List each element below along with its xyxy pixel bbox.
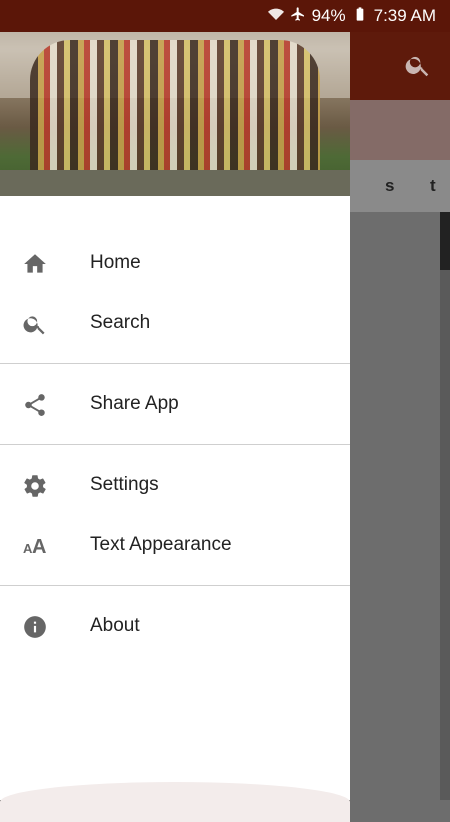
menu-item-search[interactable]: Search — [0, 293, 350, 353]
search-icon — [22, 311, 48, 337]
menu-item-text-appearance[interactable]: AA Text Appearance — [0, 515, 350, 575]
menu-item-label: Home — [90, 252, 141, 273]
battery-level: 94% — [311, 6, 346, 25]
scrollbar-track[interactable] — [440, 212, 450, 800]
menu-item-label: About — [90, 615, 140, 636]
home-icon — [22, 251, 48, 277]
share-icon — [22, 392, 48, 418]
menu-divider — [0, 363, 350, 364]
menu-item-about[interactable]: About — [0, 596, 350, 656]
menu-item-label: Search — [90, 312, 151, 333]
status-bar: 94% 7:39 AM — [0, 0, 450, 32]
info-icon — [22, 614, 48, 640]
airplane-icon — [290, 6, 306, 27]
menu-item-label: Settings — [90, 474, 159, 495]
menu-divider — [0, 444, 350, 445]
menu-item-settings[interactable]: Settings — [0, 455, 350, 515]
gear-icon — [22, 473, 48, 499]
clock: 7:39 AM — [373, 6, 436, 25]
navigation-drawer: Home Search Share App Settings AA Text A… — [0, 0, 350, 822]
app-tab-s[interactable]: s — [385, 176, 394, 196]
menu-item-home[interactable]: Home — [0, 233, 350, 293]
drawer-menu: Home Search Share App Settings AA Text A… — [0, 196, 350, 656]
menu-item-share-app[interactable]: Share App — [0, 374, 350, 434]
battery-icon — [352, 6, 368, 27]
svg-text:A: A — [32, 536, 46, 558]
wifi-icon — [267, 6, 284, 27]
menu-divider — [0, 585, 350, 586]
app-tab-t[interactable]: t — [430, 176, 436, 196]
bottom-decoration — [0, 782, 350, 822]
text-size-icon: AA — [22, 533, 48, 559]
scrollbar-thumb[interactable] — [440, 212, 450, 270]
menu-item-label: Share App — [90, 393, 179, 414]
menu-item-label: Text Appearance — [90, 534, 232, 555]
toolbar-search-icon[interactable] — [404, 51, 432, 79]
